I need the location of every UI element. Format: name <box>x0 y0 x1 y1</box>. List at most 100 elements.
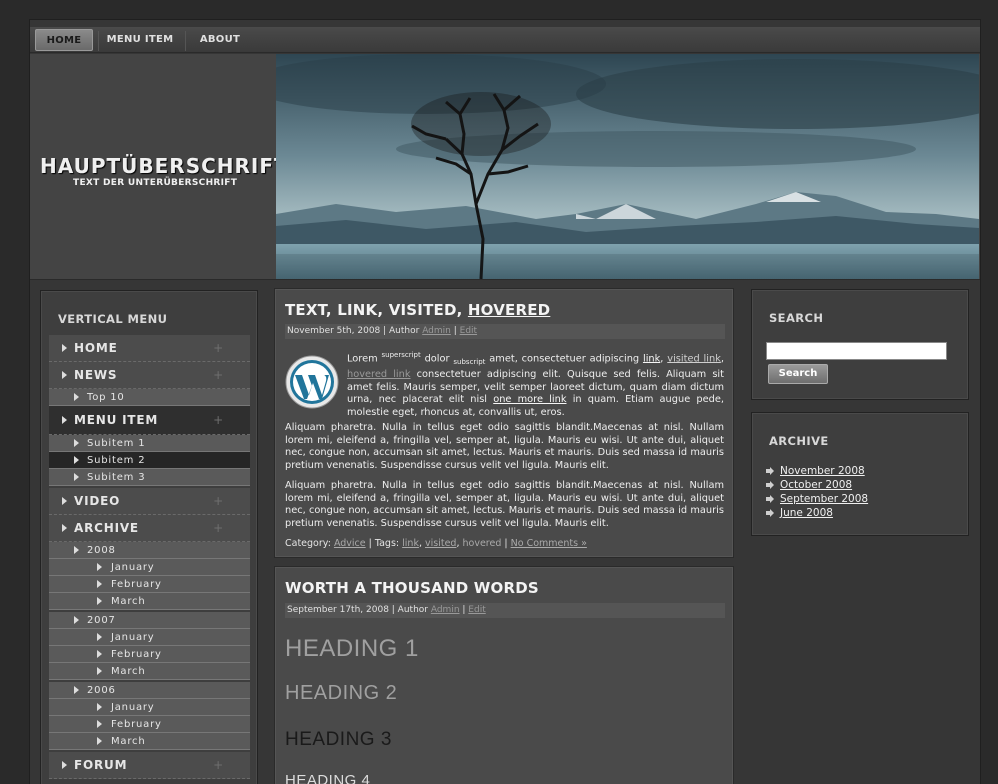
search-box: SEARCH Search <box>751 289 969 400</box>
triangle-right-icon <box>97 580 102 588</box>
menu-item-2006-march[interactable]: March <box>49 733 250 750</box>
nav-about[interactable]: ABOUT <box>190 29 250 51</box>
triangle-right-icon <box>62 761 67 769</box>
triangle-right-icon <box>74 439 79 447</box>
menu-item-2006-february[interactable]: February <box>49 716 250 733</box>
plus-icon: + <box>213 494 224 508</box>
archive-title: ARCHIVE <box>769 434 829 448</box>
plus-icon: + <box>213 413 224 427</box>
triangle-right-icon <box>74 686 79 694</box>
menu-item-2007-february[interactable]: February <box>49 646 250 663</box>
menu-item-2006[interactable]: 2006 <box>49 682 250 699</box>
menu-item-2008-march[interactable]: March <box>49 593 250 610</box>
heading-3: HEADING 3 <box>285 729 392 750</box>
triangle-right-icon <box>62 497 67 505</box>
menu-item-2006-january[interactable]: January <box>49 699 250 716</box>
category-link[interactable]: Advice <box>334 538 366 549</box>
plus-icon: + <box>213 341 224 355</box>
menu-item-archive[interactable]: ARCHIVE + <box>49 515 250 542</box>
tag-link[interactable]: link <box>402 538 419 549</box>
menu-item-2007[interactable]: 2007 <box>49 612 250 629</box>
hovered-link[interactable]: hovered link <box>347 369 411 380</box>
header-banner-image <box>276 54 979 279</box>
heading-1: HEADING 1 <box>285 635 419 662</box>
menu-item-subitem-2[interactable]: Subitem 2 <box>49 452 250 469</box>
vertical-menu-title: VERTICAL MENU <box>58 312 168 326</box>
arrow-right-icon <box>766 509 774 517</box>
arrow-right-icon <box>766 467 774 475</box>
menu-item-menu-item[interactable]: MENU ITEM + <box>49 406 250 435</box>
author-link[interactable]: Admin <box>422 326 451 336</box>
triangle-right-icon <box>74 616 79 624</box>
post-text-link-visited-hovered: TEXT, LINK, VISITED, HOVERED November 5t… <box>274 288 734 558</box>
vertical-menu-sidebar: VERTICAL MENU HOME + NEWS + Top 10 MENU … <box>40 290 258 784</box>
site-title[interactable]: HAUPTÜBERSCHRIFT <box>40 154 289 178</box>
menu-item-2008[interactable]: 2008 <box>49 542 250 559</box>
menu-item-top-10[interactable]: Top 10 <box>49 389 250 406</box>
menu-item-2007-january[interactable]: January <box>49 629 250 646</box>
post-paragraph-1: Lorem superscript dolor subscript amet, … <box>347 351 724 419</box>
triangle-right-icon <box>97 720 102 728</box>
nav-divider <box>98 31 99 51</box>
one-more-link[interactable]: one more link <box>493 394 566 405</box>
page-container: HOME MENU ITEM ABOUT HAUPTÜBERSCHRIFT TE… <box>29 19 981 784</box>
triangle-right-icon <box>74 456 79 464</box>
edit-link[interactable]: Edit <box>468 605 485 615</box>
visited-link[interactable]: visited link <box>667 353 721 364</box>
post-meta: November 5th, 2008 | Author Admin | Edit <box>285 324 725 339</box>
menu-item-news[interactable]: NEWS + <box>49 362 250 389</box>
triangle-right-icon <box>97 737 102 745</box>
lone-tree-landscape-image <box>276 54 979 279</box>
triangle-right-icon <box>74 546 79 554</box>
post-title[interactable]: WORTH A THOUSAND WORDS <box>285 579 539 597</box>
triangle-right-icon <box>74 473 79 481</box>
menu-item-2007-march[interactable]: March <box>49 663 250 680</box>
post-title[interactable]: TEXT, LINK, VISITED, HOVERED <box>285 301 550 319</box>
search-title: SEARCH <box>769 311 824 325</box>
edit-link[interactable]: Edit <box>460 326 477 336</box>
nav-menu-item[interactable]: MENU ITEM <box>102 29 178 51</box>
top-navigation: HOME MENU ITEM ABOUT <box>30 27 980 53</box>
menu-item-2008-february[interactable]: February <box>49 576 250 593</box>
search-button[interactable]: Search <box>768 364 828 384</box>
triangle-right-icon <box>97 563 102 571</box>
nav-divider <box>185 31 186 51</box>
menu-item-subitem-3[interactable]: Subitem 3 <box>49 469 250 486</box>
triangle-right-icon <box>97 667 102 675</box>
plus-icon: + <box>213 521 224 535</box>
triangle-right-icon <box>97 597 102 605</box>
plus-icon: + <box>213 758 224 772</box>
triangle-right-icon <box>62 344 67 352</box>
triangle-right-icon <box>62 371 67 379</box>
wordpress-logo-icon <box>285 355 339 409</box>
triangle-right-icon <box>62 416 67 424</box>
post-paragraph-2: Aliquam pharetra. Nulla in tellus eget o… <box>285 422 724 472</box>
site-subtitle: TEXT DER UNTERÜBERSCHRIFT <box>73 178 238 188</box>
menu-item-home[interactable]: HOME + <box>49 335 250 362</box>
menu-item-forum[interactable]: FORUM + <box>49 752 250 779</box>
post-paragraph-3: Aliquam pharetra. Nulla in tellus eget o… <box>285 480 724 530</box>
arrow-right-icon <box>766 481 774 489</box>
triangle-right-icon <box>97 633 102 641</box>
menu-item-subitem-1[interactable]: Subitem 1 <box>49 435 250 452</box>
heading-2: HEADING 2 <box>285 682 398 704</box>
arrow-right-icon <box>766 495 774 503</box>
text-link[interactable]: link <box>643 353 660 364</box>
triangle-right-icon <box>97 650 102 658</box>
search-input[interactable] <box>766 342 947 360</box>
tag-visited[interactable]: visited <box>425 538 456 549</box>
menu-item-video[interactable]: VIDEO + <box>49 488 250 515</box>
triangle-right-icon <box>74 393 79 401</box>
post-footer: Category: Advice | Tags: link, visited, … <box>285 538 587 549</box>
triangle-right-icon <box>97 703 102 711</box>
comments-link[interactable]: No Comments » <box>511 538 587 549</box>
site-header: HAUPTÜBERSCHRIFT TEXT DER UNTERÜBERSCHRI… <box>30 54 980 280</box>
archive-box: ARCHIVE November 2008 October 2008 Septe… <box>751 412 969 536</box>
post-worth-a-thousand-words: WORTH A THOUSAND WORDS September 17th, 2… <box>274 566 734 784</box>
triangle-right-icon <box>62 524 67 532</box>
tag-hovered[interactable]: hovered <box>463 538 502 549</box>
nav-home[interactable]: HOME <box>35 29 93 51</box>
heading-4: HEADING 4 <box>285 772 371 784</box>
menu-item-2008-january[interactable]: January <box>49 559 250 576</box>
author-link[interactable]: Admin <box>431 605 460 615</box>
